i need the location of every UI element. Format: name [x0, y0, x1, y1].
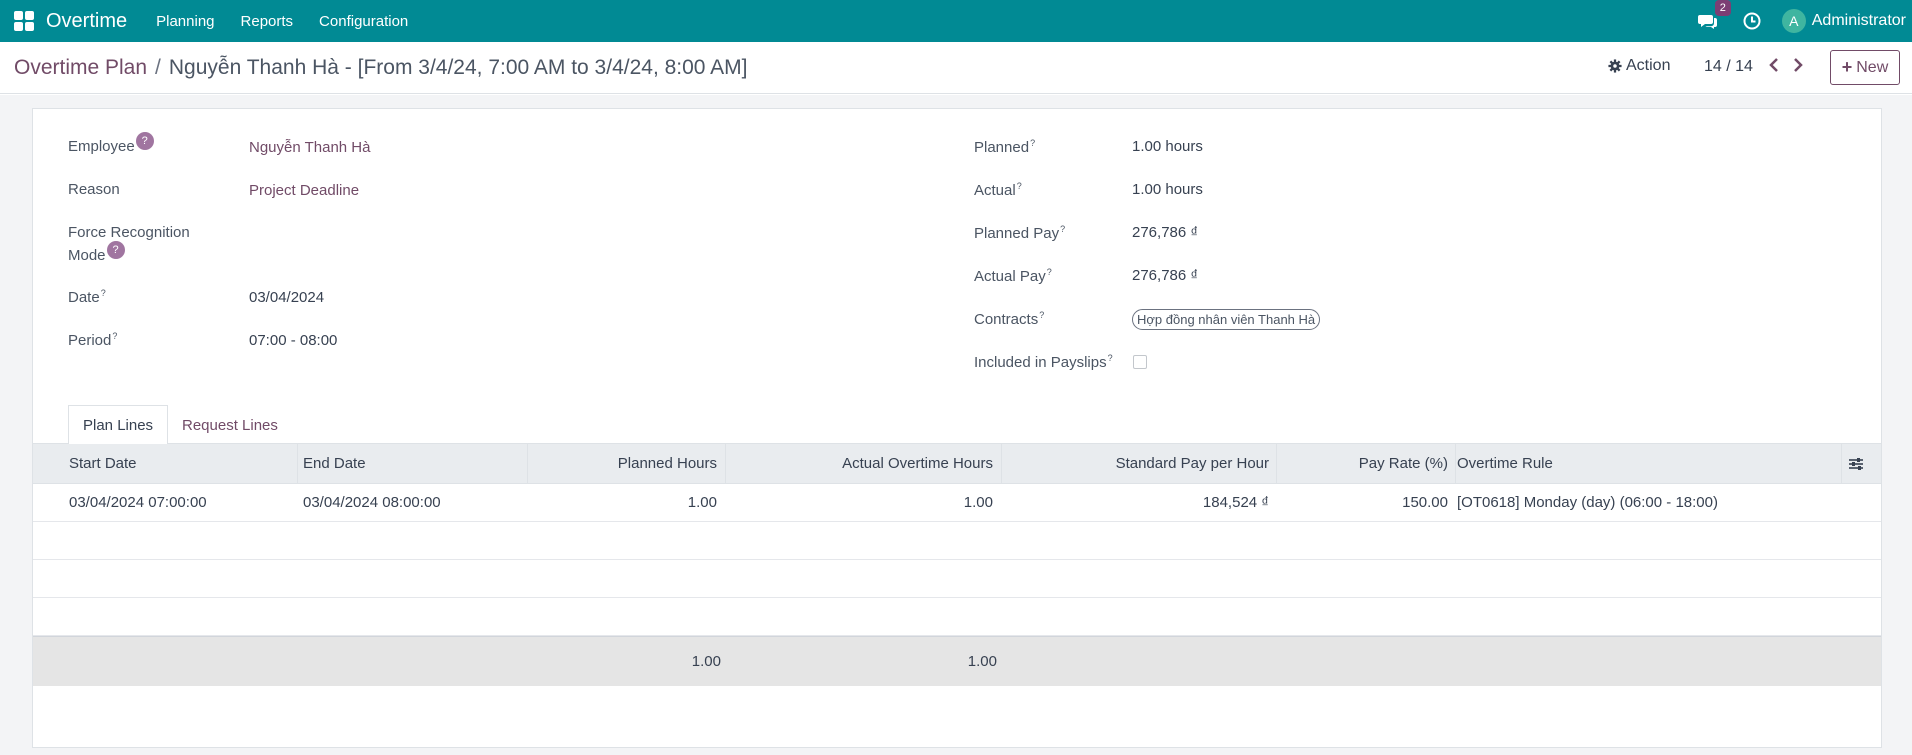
chevron-right-icon[interactable]: [1790, 56, 1806, 74]
chevron-left-icon[interactable]: [1766, 56, 1782, 74]
payslips-checkbox[interactable]: [1133, 355, 1147, 369]
nav-item-planning[interactable]: Planning: [156, 13, 214, 30]
app-brand[interactable]: Overtime: [46, 10, 127, 33]
pager-value[interactable]: 14 / 14: [1704, 58, 1753, 76]
page-title: Nguyễn Thanh Hà - [From 3/4/24, 7:00 AM …: [168, 56, 748, 79]
planned-field: 1.00 hours: [1132, 138, 1203, 155]
date-field[interactable]: 03/04/2024: [249, 289, 324, 306]
help-icon[interactable]: ?: [135, 132, 154, 150]
column-standard-pay-per-hour[interactable]: Standard Pay per Hour: [1003, 444, 1273, 484]
tab-request-lines[interactable]: Request Lines: [168, 405, 292, 445]
actual-field: 1.00 hours: [1132, 181, 1203, 198]
column-actual-overtime-hours[interactable]: Actual Overtime Hours: [727, 444, 997, 484]
reason-field[interactable]: Project Deadline: [249, 182, 359, 199]
empty-row: [33, 560, 1881, 598]
action-label: Action: [1626, 57, 1671, 74]
nav-item-reports[interactable]: Reports: [241, 13, 294, 30]
column-end-date[interactable]: End Date: [299, 444, 499, 484]
actual-label: Actual?: [974, 181, 1022, 199]
contract-tag[interactable]: Hợp đồng nhân viên Thanh Hà: [1132, 309, 1321, 330]
avatar[interactable]: A: [1781, 9, 1806, 33]
cell-actual-hours: 1.00: [963, 494, 993, 511]
plus-icon: +: [1841, 57, 1853, 77]
column-overtime-rule[interactable]: Overtime Rule: [1453, 444, 1833, 484]
contracts-label: Contracts?: [974, 310, 1045, 328]
breadcrumb-separator: /: [155, 56, 161, 79]
new-button[interactable]: + New: [1830, 50, 1900, 85]
gear-icon: [1608, 59, 1622, 73]
planned-pay-label: Planned Pay?: [974, 224, 1066, 242]
table-footer-totals: 1.00 1.00: [33, 636, 1881, 686]
action-menu-button[interactable]: Action: [1608, 57, 1670, 75]
table-row[interactable]: 03/04/2024 07:00:00 03/04/2024 08:00:00 …: [33, 484, 1881, 522]
cell-end-date: 03/04/2024 08:00:00: [303, 494, 441, 511]
date-label: Date?: [68, 288, 106, 306]
total-planned-hours: 1.00: [691, 653, 721, 670]
breadcrumb: Overtime Plan / Nguyễn Thanh Hà - [From …: [14, 56, 748, 80]
reason-label: Reason: [68, 181, 120, 198]
planned-label: Planned?: [974, 138, 1036, 156]
activity-clock-icon[interactable]: [1742, 11, 1762, 31]
employee-label: Employee?: [68, 132, 154, 156]
new-label: New: [1856, 58, 1889, 76]
column-settings-icon[interactable]: [1848, 456, 1864, 472]
employee-field[interactable]: Nguyễn Thanh Hà: [249, 139, 370, 156]
total-actual-hours: 1.00: [967, 653, 997, 670]
cell-standard-pay: 184,524 ₫: [1202, 494, 1269, 511]
column-start-date[interactable]: Start Date: [65, 444, 265, 484]
cell-pay-rate: 150.00: [1402, 494, 1448, 511]
actual-pay-label: Actual Pay?: [974, 267, 1052, 285]
top-navbar: Overtime Planning Reports Configuration …: [0, 0, 1912, 42]
cell-overtime-rule: [OT0618] Monday (day) (06:00 - 18:00): [1457, 494, 1718, 511]
planned-pay-field: 276,786 ₫: [1132, 224, 1199, 241]
help-icon[interactable]: ?: [106, 241, 125, 259]
period-label: Period?: [68, 331, 118, 349]
column-pay-rate[interactable]: Pay Rate (%): [1278, 444, 1452, 484]
actual-pay-field: 276,786 ₫: [1132, 267, 1199, 284]
tab-plan-lines[interactable]: Plan Lines: [68, 405, 169, 445]
control-panel: Overtime Plan / Nguyễn Thanh Hà - [From …: [0, 42, 1912, 94]
chat-count-badge: 2: [1714, 0, 1731, 16]
apps-menu-icon[interactable]: [14, 11, 34, 31]
table-header: Start Date End Date Planned Hours Actual…: [33, 444, 1881, 484]
breadcrumb-parent-link[interactable]: Overtime Plan: [14, 56, 147, 80]
payslips-label: Included in Payslips?: [974, 353, 1113, 371]
force-recognition-label-line1: Force Recognition: [68, 224, 190, 241]
empty-row: [33, 522, 1881, 560]
nav-item-configuration[interactable]: Configuration: [319, 13, 408, 30]
empty-row: [33, 598, 1881, 636]
cell-planned-hours: 1.00: [687, 494, 717, 511]
period-field[interactable]: 07:00 - 08:00: [249, 332, 337, 349]
cell-start-date: 03/04/2024 07:00:00: [69, 494, 207, 511]
force-recognition-label-line2: Mode?: [68, 241, 125, 265]
user-menu[interactable]: Administrator: [1812, 12, 1906, 30]
column-planned-hours[interactable]: Planned Hours: [529, 444, 721, 484]
messaging-button[interactable]: 2: [1697, 0, 1731, 31]
